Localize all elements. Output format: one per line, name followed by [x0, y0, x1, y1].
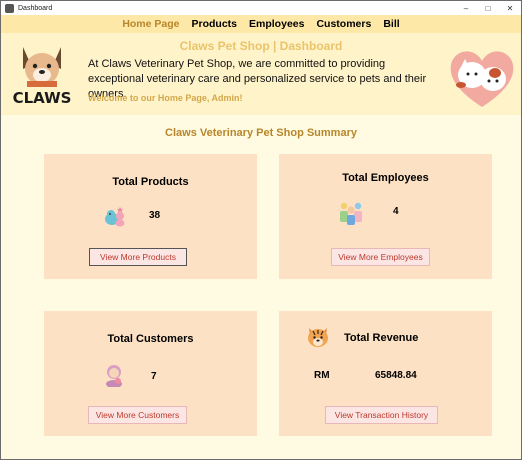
- employees-icon: [340, 202, 362, 225]
- tiger-icon: [308, 328, 328, 347]
- view-transaction-history-button[interactable]: View Transaction History: [325, 406, 438, 424]
- main-nav: Home Page Products Employees Customers B…: [1, 15, 521, 33]
- window-controls: – □ ✕: [455, 1, 521, 15]
- welcome-message: Welcome to our Home Page, Admin!: [88, 93, 243, 103]
- nav-employees[interactable]: Employees: [249, 18, 304, 30]
- summary-title: Claws Veterinary Pet Shop Summary: [165, 127, 357, 139]
- view-more-products-button[interactable]: View More Products: [89, 248, 187, 266]
- view-more-employees-button[interactable]: View More Employees: [331, 248, 430, 266]
- revenue-amount: 65848.84: [375, 370, 417, 381]
- app-icon: [5, 3, 14, 13]
- page-header: CLAWS Claws Pet Shop | Dashboard At Claw…: [1, 33, 521, 115]
- customers-card: Total Customers 7 View More Customers: [44, 311, 257, 436]
- customers-card-title: Total Customers: [107, 333, 194, 345]
- nav-bill[interactable]: Bill: [383, 18, 399, 30]
- nav-home[interactable]: Home Page: [122, 18, 179, 30]
- dashboard-window: Dashboard – □ ✕ Home Page Products Emplo…: [0, 0, 522, 460]
- welcome-user: Admin!: [211, 93, 243, 103]
- welcome-text: Welcome to our Home Page,: [88, 93, 210, 103]
- revenue-card-title: Total Revenue: [344, 332, 419, 344]
- customer-icon: [106, 365, 122, 387]
- products-card-title: Total Products: [112, 176, 189, 188]
- window-title: Dashboard: [18, 4, 53, 12]
- employees-card-title: Total Employees: [342, 172, 429, 184]
- employees-card: Total Employees 4 View More Employees: [279, 154, 492, 279]
- maximize-button[interactable]: □: [477, 1, 499, 15]
- page-title: Claws Pet Shop | Dashboard: [179, 39, 343, 53]
- title-bar: Dashboard – □ ✕: [1, 1, 521, 15]
- nav-products[interactable]: Products: [192, 18, 238, 30]
- minimize-button[interactable]: –: [455, 1, 477, 15]
- view-more-customers-button[interactable]: View More Customers: [88, 406, 187, 424]
- products-card: Total Products 38 View More Products: [44, 154, 257, 279]
- products-count: 38: [149, 210, 161, 221]
- pets-heart-illustration: [450, 51, 514, 107]
- pets-icon: [105, 207, 125, 227]
- close-button[interactable]: ✕: [499, 1, 521, 15]
- revenue-card: Total Revenue RM 65848.84 View Transacti…: [279, 311, 492, 436]
- revenue-currency: RM: [314, 370, 330, 381]
- employees-count: 4: [393, 206, 399, 217]
- nav-customers[interactable]: Customers: [316, 18, 371, 30]
- customers-count: 7: [151, 371, 157, 382]
- logo-text: CLAWS: [13, 89, 72, 107]
